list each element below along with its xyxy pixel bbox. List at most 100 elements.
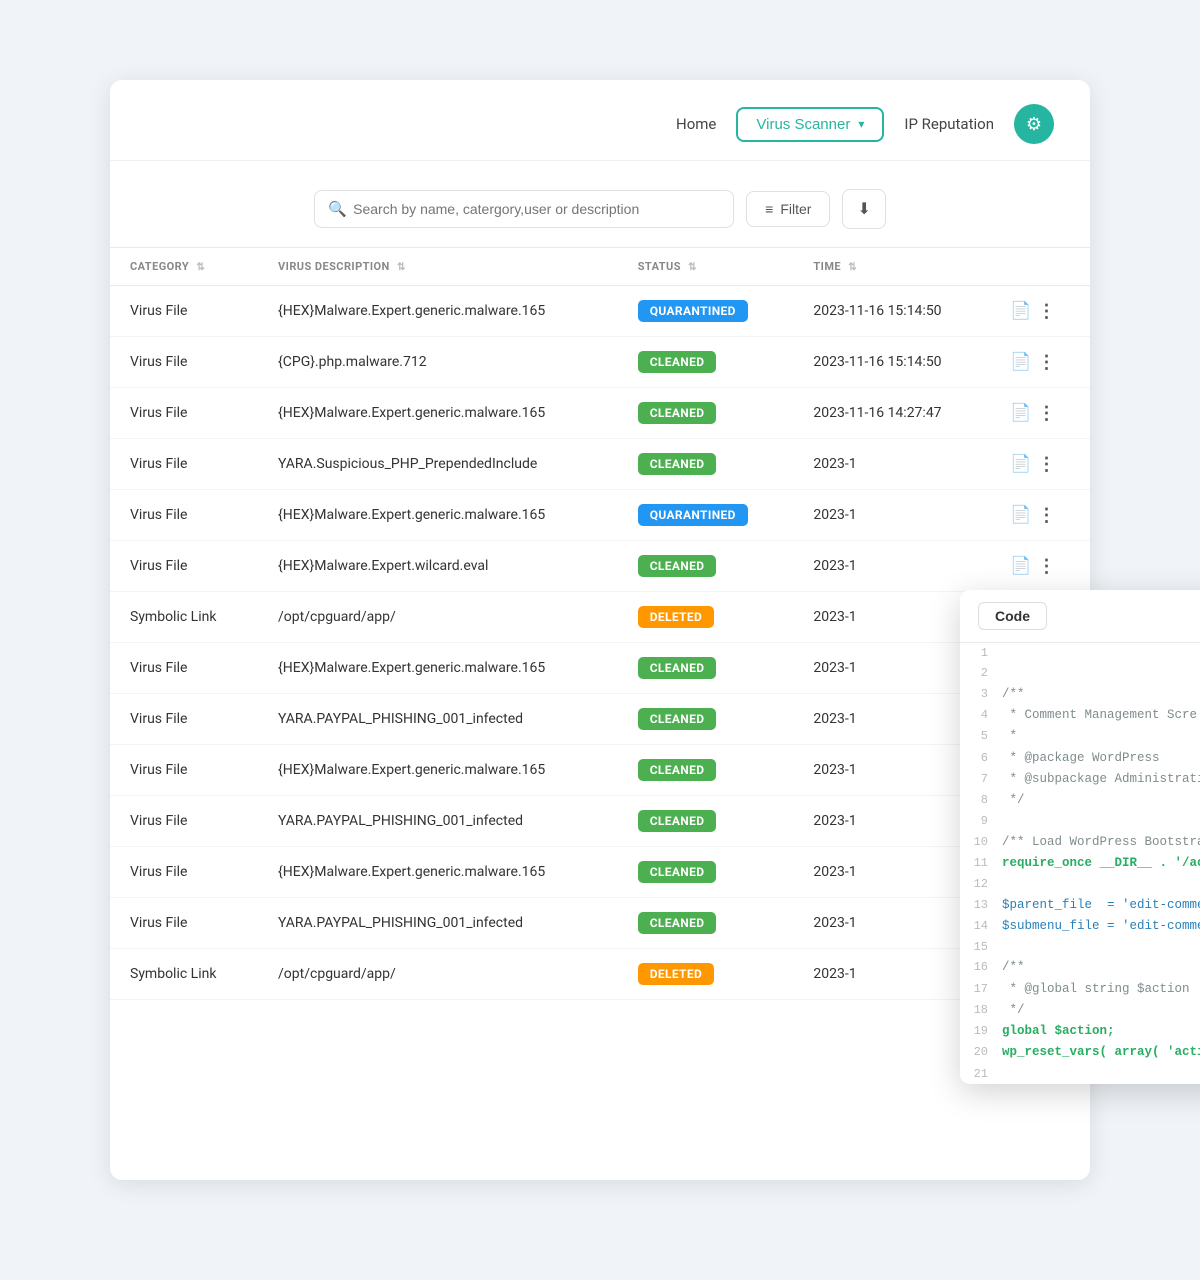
row-actions: 📄 ⋮	[1010, 454, 1070, 475]
line-number: 13	[970, 895, 1002, 915]
code-line-content: $submenu_file = 'edit-comme	[1002, 916, 1200, 937]
code-line-content: */	[1002, 790, 1200, 811]
search-input-wrap: 🔍	[314, 190, 734, 228]
view-icon[interactable]: 📄	[1010, 352, 1031, 372]
table-row: Symbolic Link /opt/cpguard/app/ DELETED …	[110, 592, 1090, 643]
view-icon[interactable]: 📄	[1010, 301, 1031, 321]
code-line: 10/** Load WordPress Bootstra	[960, 832, 1200, 853]
view-icon[interactable]: 📄	[1010, 556, 1031, 576]
cell-row-actions: 📄 ⋮	[990, 337, 1090, 388]
cell-status: CLEANED	[618, 796, 794, 847]
settings-gear-button[interactable]: ⚙	[1014, 104, 1054, 144]
cell-category: Virus File	[110, 388, 258, 439]
code-overlay: Code 386 lines (335 loc) · 11.3 KB 123/*…	[960, 590, 1200, 1084]
filter-button[interactable]: ≡ Filter	[746, 191, 830, 227]
line-number: 19	[970, 1021, 1002, 1041]
filter-icon: ≡	[765, 201, 773, 217]
code-line: 20wp_reset_vars( array( 'acti	[960, 1042, 1200, 1063]
more-options-icon[interactable]: ⋮	[1037, 403, 1055, 424]
code-line: 2	[960, 663, 1200, 683]
cell-category: Symbolic Link	[110, 949, 258, 1000]
more-options-icon[interactable]: ⋮	[1037, 454, 1055, 475]
download-icon: ⬇	[857, 201, 870, 218]
cell-time: 2023-1	[793, 439, 990, 490]
line-number: 2	[970, 663, 1002, 683]
line-number: 18	[970, 1000, 1002, 1020]
cell-virus-desc: {HEX}Malware.Expert.wilcard.eval	[258, 541, 618, 592]
cell-status: QUARANTINED	[618, 490, 794, 541]
table-row: Virus File {HEX}Malware.Expert.generic.m…	[110, 745, 1090, 796]
download-button[interactable]: ⬇	[842, 189, 885, 229]
code-line-content: $parent_file = 'edit-comme	[1002, 895, 1200, 916]
sort-icon-4: ⇅	[848, 262, 857, 273]
status-badge: CLEANED	[638, 657, 717, 679]
cell-category: Virus File	[110, 439, 258, 490]
col-status: STATUS ⇅	[618, 248, 794, 286]
chevron-down-icon: ▾	[858, 117, 864, 131]
table-row: Virus File {HEX}Malware.Expert.generic.m…	[110, 643, 1090, 694]
table-row: Virus File {HEX}Malware.Expert.generic.m…	[110, 388, 1090, 439]
cell-row-actions: 📄 ⋮	[990, 490, 1090, 541]
view-icon[interactable]: 📄	[1010, 454, 1031, 474]
code-line: 11require_once __DIR__ . '/ac	[960, 853, 1200, 874]
table-row: Virus File YARA.PAYPAL_PHISHING_001_infe…	[110, 898, 1090, 949]
status-badge: QUARANTINED	[638, 504, 748, 526]
view-icon[interactable]: 📄	[1010, 505, 1031, 525]
cell-status: CLEANED	[618, 337, 794, 388]
code-line: 5 *	[960, 726, 1200, 747]
cell-category: Virus File	[110, 745, 258, 796]
search-icon: 🔍	[328, 200, 347, 218]
view-icon[interactable]: 📄	[1010, 403, 1031, 423]
code-line: 9	[960, 811, 1200, 831]
row-actions: 📄 ⋮	[1010, 505, 1070, 526]
more-options-icon[interactable]: ⋮	[1037, 352, 1055, 373]
code-line: 8 */	[960, 790, 1200, 811]
cell-virus-desc: {HEX}Malware.Expert.generic.malware.165	[258, 643, 618, 694]
cell-category: Virus File	[110, 337, 258, 388]
more-options-icon[interactable]: ⋮	[1037, 556, 1055, 577]
code-line-content: global $action;	[1002, 1021, 1200, 1042]
table-row: Virus File {HEX}Malware.Expert.wilcard.e…	[110, 541, 1090, 592]
table-row: Virus File YARA.Suspicious_PHP_Prepended…	[110, 439, 1090, 490]
status-badge: CLEANED	[638, 453, 717, 475]
cell-status: CLEANED	[618, 745, 794, 796]
line-number: 16	[970, 957, 1002, 977]
cell-status: CLEANED	[618, 694, 794, 745]
line-number: 15	[970, 937, 1002, 957]
code-tab-button[interactable]: Code	[978, 602, 1047, 630]
code-line: 14$submenu_file = 'edit-comme	[960, 916, 1200, 937]
code-line-content: * @subpackage Administrati	[1002, 769, 1200, 790]
line-number: 4	[970, 705, 1002, 725]
code-line: 19global $action;	[960, 1021, 1200, 1042]
cell-category: Virus File	[110, 898, 258, 949]
code-line-content: require_once __DIR__ . '/ac	[1002, 853, 1200, 874]
nav-home[interactable]: Home	[676, 115, 716, 133]
cell-status: CLEANED	[618, 898, 794, 949]
code-line-content: * @global string $action	[1002, 979, 1200, 1000]
status-badge: CLEANED	[638, 555, 717, 577]
cell-virus-desc: /opt/cpguard/app/	[258, 592, 618, 643]
cell-virus-desc: {CPG}.php.malware.712	[258, 337, 618, 388]
nav-ip-reputation[interactable]: IP Reputation	[904, 115, 994, 133]
status-badge: CLEANED	[638, 708, 717, 730]
line-number: 20	[970, 1042, 1002, 1062]
code-line: 17 * @global string $action	[960, 979, 1200, 1000]
status-badge: CLEANED	[638, 402, 717, 424]
cell-time: 2023-11-16 15:14:50	[793, 286, 990, 337]
code-overlay-header: Code 386 lines (335 loc) · 11.3 KB	[960, 590, 1200, 643]
line-number: 12	[970, 874, 1002, 894]
code-line-content: /**	[1002, 957, 1200, 978]
sort-icon: ⇅	[196, 262, 205, 273]
cell-virus-desc: /opt/cpguard/app/	[258, 949, 618, 1000]
cell-virus-desc: YARA.PAYPAL_PHISHING_001_infected	[258, 796, 618, 847]
more-options-icon[interactable]: ⋮	[1037, 301, 1055, 322]
cell-category: Virus File	[110, 541, 258, 592]
more-options-icon[interactable]: ⋮	[1037, 505, 1055, 526]
line-number: 8	[970, 790, 1002, 810]
cell-time: 2023-1	[793, 490, 990, 541]
cell-category: Virus File	[110, 286, 258, 337]
cell-status: DELETED	[618, 949, 794, 1000]
nav-virus-scanner[interactable]: Virus Scanner ▾	[736, 107, 884, 142]
table-row: Virus File {CPG}.php.malware.712 CLEANED…	[110, 337, 1090, 388]
search-input[interactable]	[314, 190, 734, 228]
